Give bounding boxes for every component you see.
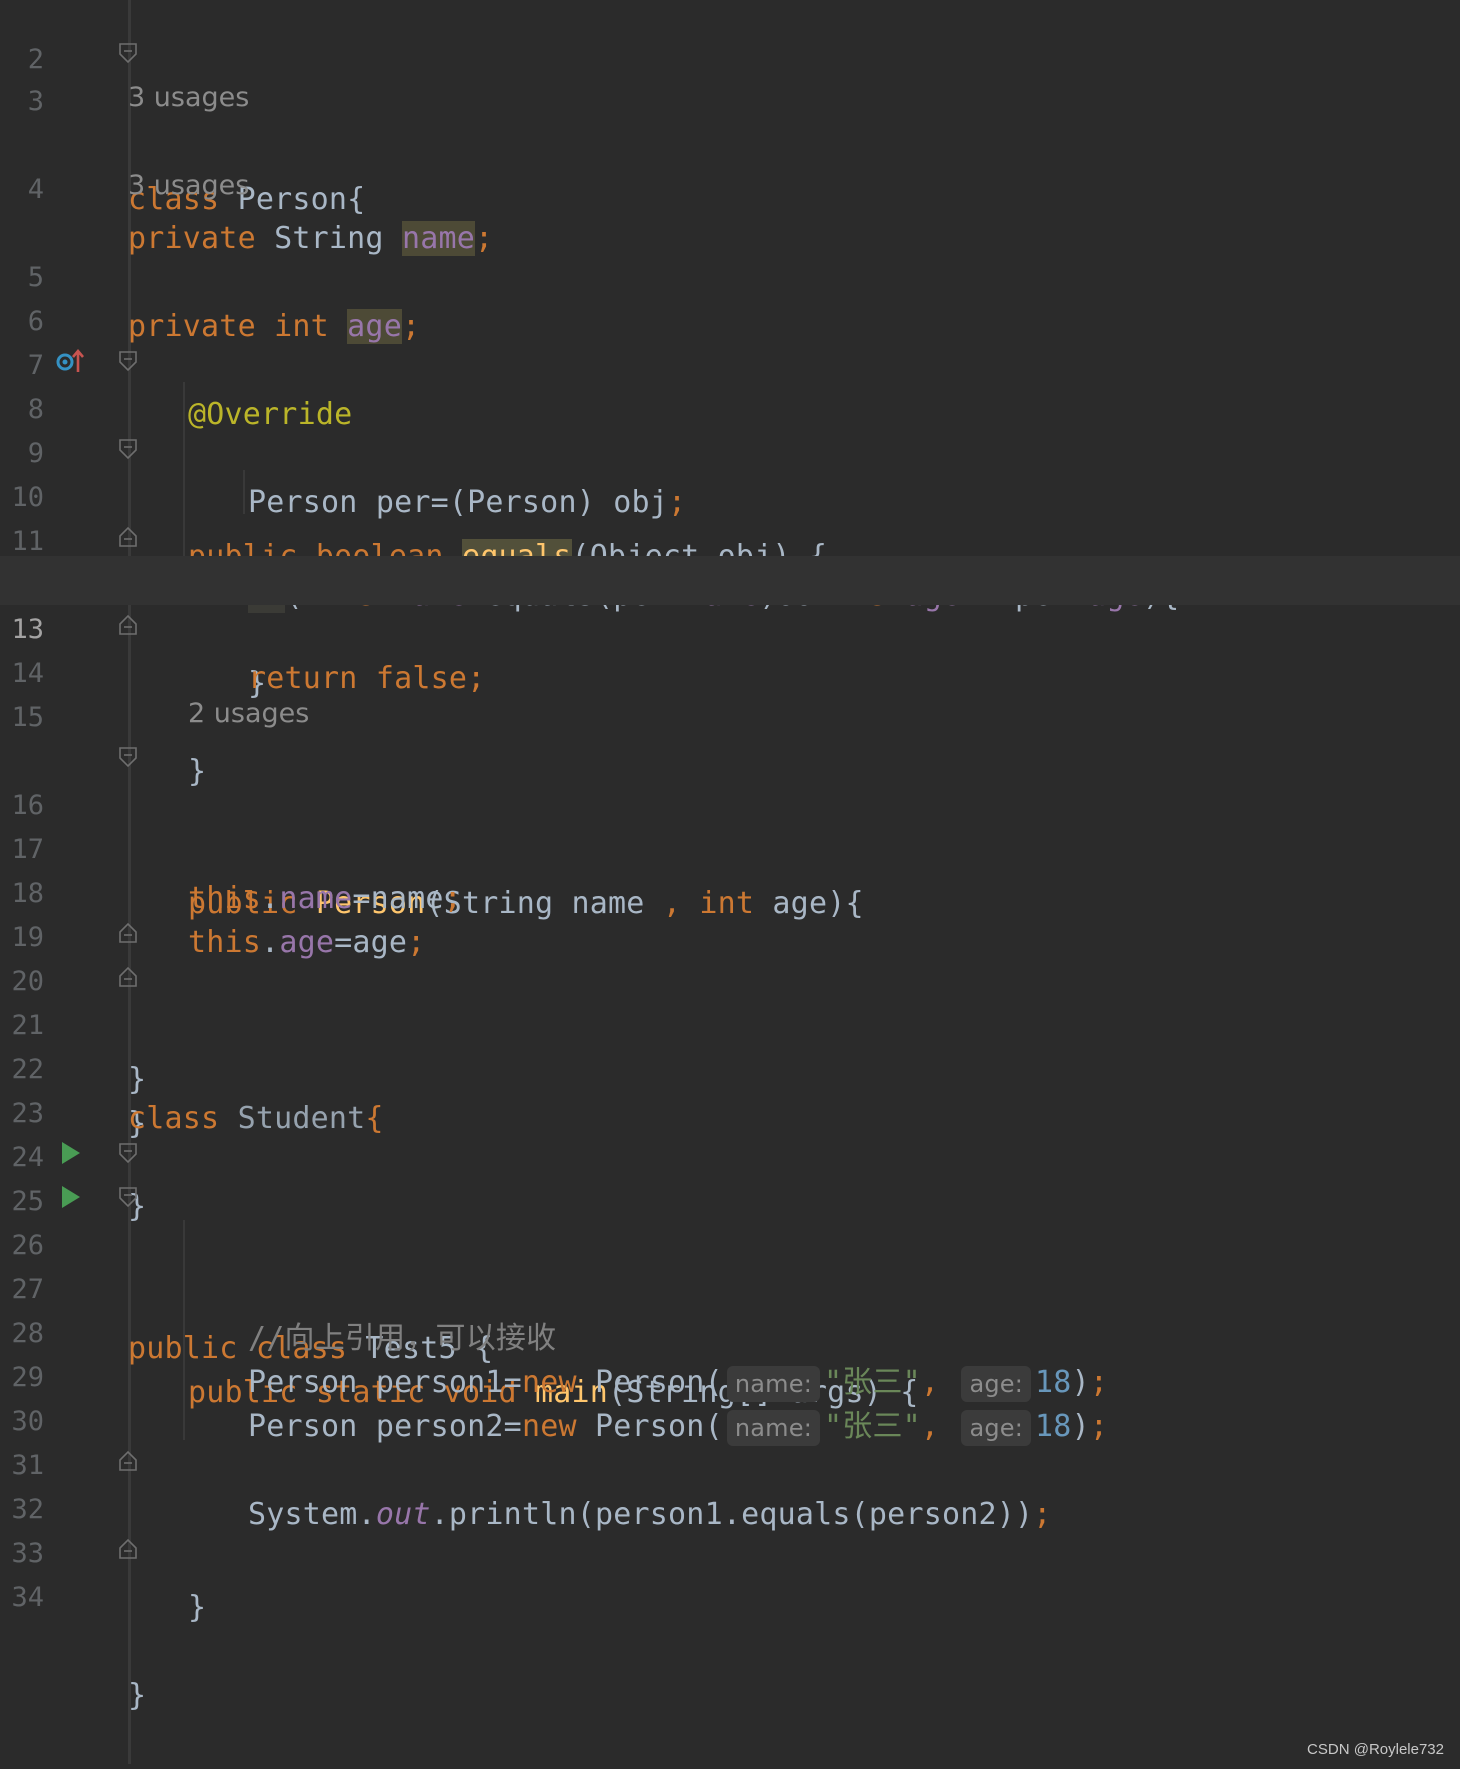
code-line[interactable]: 11 return true; bbox=[0, 468, 1460, 608]
overrides-method-icon[interactable] bbox=[56, 348, 84, 374]
brace: } bbox=[128, 1678, 147, 1713]
code-line[interactable]: 4 private String name; bbox=[0, 116, 1460, 256]
code-line[interactable]: 22 class Student{ bbox=[0, 996, 1460, 1136]
code-line[interactable]: 34 } bbox=[0, 1524, 1460, 1713]
code-line[interactable]: 25 public class Test5 { bbox=[0, 1128, 1460, 1366]
code-editor[interactable]: 2 3 class Person{ 3 usages 4 private Str… bbox=[0, 0, 1460, 1764]
fold-expand-icon[interactable] bbox=[118, 526, 138, 548]
code-line[interactable]: 5 private int age; bbox=[0, 204, 1460, 344]
brace: } bbox=[188, 1590, 207, 1625]
fold-expand-icon[interactable] bbox=[118, 1538, 138, 1560]
fold-collapse-icon[interactable] bbox=[118, 1186, 138, 1208]
code-line[interactable]: 18 this.age=age; bbox=[0, 820, 1460, 960]
fold-collapse-icon[interactable] bbox=[118, 438, 138, 460]
code-line[interactable]: 27 //向上引用，可以接收 bbox=[0, 1216, 1460, 1356]
fold-expand-icon[interactable] bbox=[118, 922, 138, 944]
code-line[interactable]: 24 } bbox=[0, 1084, 1460, 1224]
code-line[interactable]: 6 bbox=[0, 248, 1460, 337]
code-line[interactable]: 17 this.name=name; bbox=[0, 776, 1460, 916]
fold-expand-icon[interactable] bbox=[118, 1450, 138, 1472]
code-line[interactable]: 16 public Person(String name , int age){ bbox=[0, 732, 1460, 921]
usages-hint[interactable]: 2 usages bbox=[188, 689, 309, 738]
fold-collapse-icon[interactable] bbox=[118, 350, 138, 372]
fold-expand-icon[interactable] bbox=[118, 966, 138, 988]
run-icon[interactable] bbox=[56, 1184, 84, 1210]
code-line[interactable]: 10 if(this.name.equals(per.name)&&this.a… bbox=[0, 424, 1460, 613]
current-code-line[interactable]: 13 return false; bbox=[0, 556, 1460, 696]
code-line[interactable]: 29 Person person2=new Person(name: "张三", … bbox=[0, 1304, 1460, 1446]
code-line[interactable]: 30 bbox=[0, 1348, 1460, 1437]
code-line[interactable]: 12 } bbox=[0, 512, 1460, 701]
fold-collapse-icon[interactable] bbox=[118, 42, 138, 64]
code-line[interactable]: 7 @Override bbox=[0, 292, 1460, 432]
code-line[interactable]: 21 } bbox=[0, 952, 1460, 1141]
code-line[interactable]: 8 public boolean equals(Object obj) { bbox=[0, 336, 1460, 574]
watermark: CSDN @Roylele732 bbox=[1307, 1741, 1444, 1758]
code-line[interactable]: 9 Person per=(Person) obj; bbox=[0, 380, 1460, 520]
code-line[interactable]: 14 } bbox=[0, 600, 1460, 789]
line-number: 34 bbox=[11, 1582, 44, 1613]
code-line[interactable]: 19 bbox=[0, 864, 1460, 953]
usages-hint[interactable]: 3 usages bbox=[128, 73, 249, 122]
code-line[interactable]: 33 bbox=[0, 1480, 1460, 1569]
run-icon[interactable] bbox=[56, 1140, 84, 1166]
fold-collapse-icon[interactable] bbox=[118, 1142, 138, 1164]
fold-collapse-icon[interactable] bbox=[118, 746, 138, 768]
code-line[interactable]: 31 System.out.println(person1.equals(per… bbox=[0, 1392, 1460, 1532]
code-line[interactable]: 15 bbox=[0, 644, 1460, 733]
code-line[interactable]: 28 Person person1=new Person(name: "张三", … bbox=[0, 1260, 1460, 1402]
code-line[interactable]: 23 bbox=[0, 1040, 1460, 1129]
code-line[interactable]: 20 } bbox=[0, 908, 1460, 1097]
code-line[interactable]: 26 public static void main(String[] args… bbox=[0, 1172, 1460, 1410]
usages-hint[interactable]: 3 usages bbox=[128, 161, 249, 210]
code-line[interactable]: 3 class Person{ bbox=[0, 28, 1460, 217]
fold-expand-icon[interactable] bbox=[118, 614, 138, 636]
code-line[interactable]: 32 } bbox=[0, 1436, 1460, 1625]
